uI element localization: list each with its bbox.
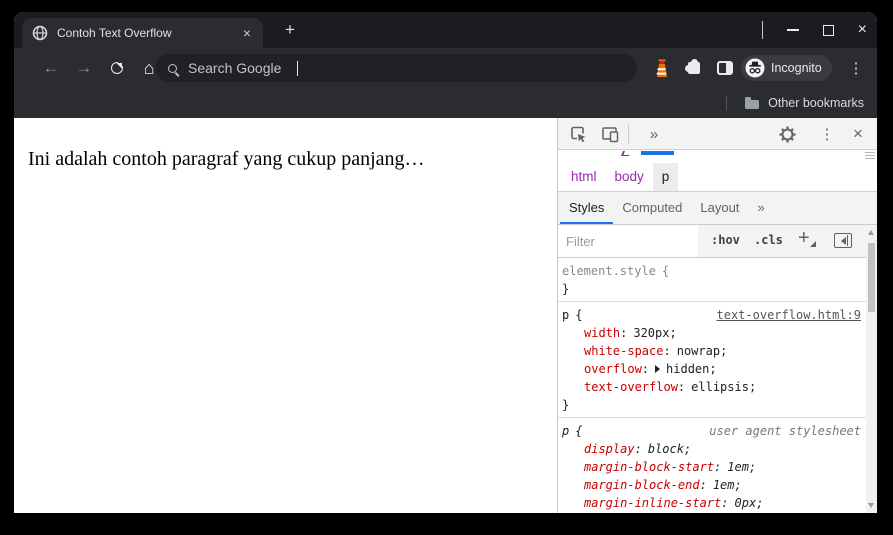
side-panel-icon xyxy=(717,61,733,75)
lighthouse-extension-button[interactable] xyxy=(651,57,673,79)
device-toolbar-icon xyxy=(602,127,619,143)
devtools-panel: » ⋮ × html body p Styles Computed Layout… xyxy=(557,118,877,513)
toolbar-divider xyxy=(628,124,629,144)
devtools-settings-button[interactable] xyxy=(777,124,797,144)
sidebar-tabs: Styles Computed Layout » xyxy=(558,192,877,225)
css-property[interactable]: white-space: nowrap; xyxy=(562,342,861,360)
css-property[interactable]: margin-block-start: 1em; xyxy=(562,458,861,476)
browser-window: Contoh Text Overflow × + × ← → ⌂ Search … xyxy=(14,12,877,513)
search-icon xyxy=(168,63,177,73)
toggle-element-classes[interactable]: .cls xyxy=(754,233,783,247)
scroll-down-icon[interactable] xyxy=(868,503,874,508)
incognito-label: Incognito xyxy=(771,61,822,75)
styles-filter-input[interactable] xyxy=(558,225,698,257)
window-controls: × xyxy=(761,12,867,48)
breadcrumb-html[interactable]: html xyxy=(562,163,606,191)
other-bookmarks-button[interactable]: Other bookmarks xyxy=(745,96,864,110)
gear-icon xyxy=(779,126,795,142)
devtools-menu-button[interactable]: ⋮ xyxy=(817,124,837,144)
scroll-up-icon[interactable] xyxy=(868,230,874,235)
tab-strip: Contoh Text Overflow × + × xyxy=(14,12,877,48)
styles-pane: element.style { } p { text-overflow.html… xyxy=(558,258,866,513)
breadcrumb-p[interactable]: p xyxy=(652,163,679,191)
css-property[interactable]: display: block; xyxy=(562,440,861,458)
reload-icon xyxy=(111,60,124,74)
forward-button[interactable]: → xyxy=(70,48,98,88)
browser-menu-button[interactable]: ⋮ xyxy=(842,48,870,88)
tab-layout[interactable]: Layout xyxy=(691,192,748,224)
rule-selector[interactable]: element.style xyxy=(562,262,656,280)
new-tab-button[interactable]: + xyxy=(280,20,300,40)
tab-computed[interactable]: Computed xyxy=(613,192,691,224)
globe-favicon-icon xyxy=(32,25,48,41)
inspect-element-button[interactable] xyxy=(568,124,588,144)
tab-styles[interactable]: Styles xyxy=(560,192,614,224)
dom-breadcrumb: html body p xyxy=(558,163,877,192)
css-property[interactable]: margin-block-end: 1em; xyxy=(562,476,861,494)
rule-selector[interactable]: p xyxy=(562,422,569,440)
css-property[interactable]: text-overflow: ellipsis; xyxy=(562,378,861,396)
tab-close-icon[interactable]: × xyxy=(241,26,253,40)
content-area: Ini adalah contoh paragraf yang cukup pa… xyxy=(14,118,877,513)
element-style-rule[interactable]: element.style { } xyxy=(558,258,866,301)
extensions-button[interactable] xyxy=(683,57,705,79)
back-button[interactable]: ← xyxy=(37,48,65,88)
devtools-close-button[interactable]: × xyxy=(848,124,868,144)
inspect-cursor-icon xyxy=(571,126,586,143)
bookmarks-bar: Other bookmarks xyxy=(14,88,877,118)
minimize-button[interactable] xyxy=(786,29,799,31)
css-property[interactable]: width: 320px; xyxy=(562,324,861,342)
p-style-rule[interactable]: p { text-overflow.html:9 width: 320px; wh… xyxy=(558,301,866,417)
styles-scrollbar[interactable] xyxy=(866,225,877,513)
other-bookmarks-label: Other bookmarks xyxy=(768,96,864,110)
styles-filter-bar: :hov .cls + xyxy=(558,225,877,258)
clipped-tag-fragment xyxy=(621,151,631,156)
toggle-pseudo-state[interactable]: :hov xyxy=(711,233,740,247)
devtools-toolbar: » ⋮ × xyxy=(558,118,877,150)
rule-selector[interactable]: p xyxy=(562,306,569,324)
tab-overflow-chevrons[interactable]: » xyxy=(748,192,773,224)
more-panels-button[interactable]: » xyxy=(644,124,664,144)
elements-tree-scrollbar[interactable] xyxy=(865,152,875,159)
selected-element-highlight[interactable] xyxy=(641,151,674,155)
browser-tab[interactable]: Contoh Text Overflow × xyxy=(22,18,263,48)
side-panel-button[interactable] xyxy=(714,57,736,79)
elements-tree-sliver xyxy=(558,151,877,163)
lighthouse-icon xyxy=(656,59,667,77)
scrollbar-thumb[interactable] xyxy=(868,243,875,312)
maximize-button[interactable] xyxy=(822,24,834,36)
text-caret xyxy=(297,60,299,76)
tab-title: Contoh Text Overflow xyxy=(57,26,172,40)
browser-toolbar: ← → ⌂ Search Google Incognito ⋮ xyxy=(14,48,877,88)
omnibox-text: Search Google xyxy=(188,60,282,76)
puzzle-icon xyxy=(685,59,700,74)
window-close-button[interactable]: × xyxy=(858,22,867,38)
new-style-rule-button[interactable]: + xyxy=(798,227,816,250)
css-property[interactable]: margin-inline-start: 0px; xyxy=(562,494,861,512)
address-bar[interactable]: Search Google xyxy=(155,54,637,82)
css-property[interactable]: overflow: hidden; xyxy=(562,360,861,378)
breadcrumb-body[interactable]: body xyxy=(606,163,653,191)
user-agent-rule[interactable]: p { user agent stylesheet display: block;… xyxy=(558,417,866,513)
user-agent-stylesheet-label: user agent stylesheet xyxy=(709,424,861,438)
incognito-spy-icon xyxy=(745,58,765,78)
page-paragraph: Ini adalah contoh paragraf yang cukup pa… xyxy=(28,148,425,170)
reload-button[interactable] xyxy=(103,48,131,88)
incognito-badge[interactable]: Incognito xyxy=(741,55,832,81)
web-page: Ini adalah contoh paragraf yang cukup pa… xyxy=(14,118,557,513)
bookmarks-separator xyxy=(726,95,728,111)
tab-search-chevron-icon[interactable] xyxy=(761,21,763,39)
stylesheet-source-link[interactable]: text-overflow.html:9 xyxy=(717,306,862,324)
folder-icon xyxy=(745,97,760,109)
device-toolbar-button[interactable] xyxy=(600,124,620,144)
expand-shorthand-icon[interactable] xyxy=(655,365,664,373)
element-state-sidebar-icon[interactable] xyxy=(834,233,852,248)
